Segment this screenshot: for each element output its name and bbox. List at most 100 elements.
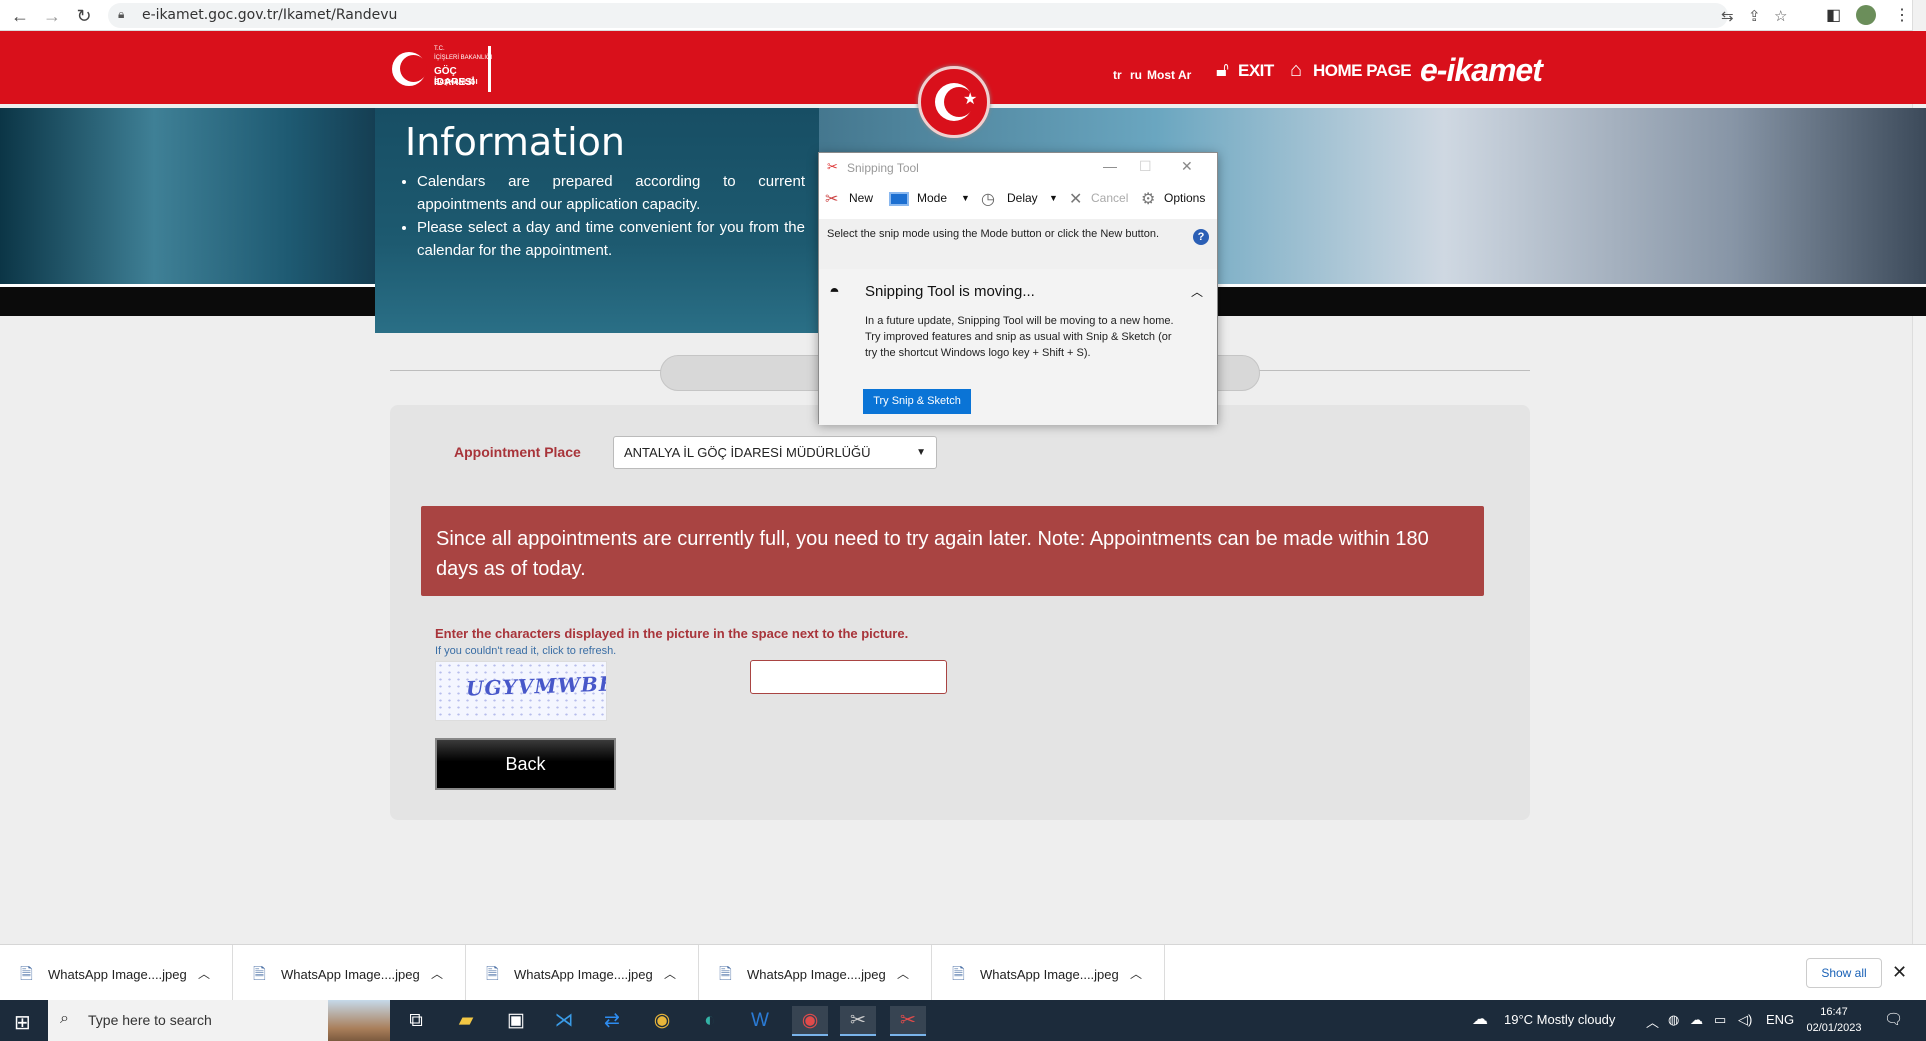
- terminal-icon[interactable]: ▣: [498, 1006, 534, 1036]
- search-placeholder[interactable]: Type here to search: [88, 1012, 212, 1028]
- home-page-link[interactable]: HOME PAGE: [1313, 61, 1412, 81]
- appointment-place-value[interactable]: ANTALYA İL GÖÇ İDARESİ MÜDÜRLÜĞÜ: [624, 445, 871, 460]
- collapse-caret-icon[interactable]: ︿: [1191, 283, 1203, 300]
- moving-heading: Snipping Tool is moving...: [865, 283, 1035, 300]
- delay-dropdown-icon[interactable]: ▼: [1049, 193, 1058, 203]
- options-button[interactable]: Options: [1164, 191, 1205, 205]
- windows-start-icon[interactable]: ⊞: [14, 1010, 31, 1035]
- chevron-up-icon[interactable]: ︿: [431, 965, 443, 982]
- volume-icon[interactable]: ◁): [1738, 1012, 1752, 1028]
- close-icon[interactable]: ✕: [1181, 158, 1193, 175]
- try-snip-sketch-button[interactable]: Try Snip & Sketch: [863, 389, 971, 414]
- profile-avatar-icon[interactable]: [1856, 5, 1876, 25]
- cancel-x-icon[interactable]: ✕: [1069, 189, 1082, 209]
- tray-app-icon[interactable]: ◍: [1668, 1012, 1679, 1028]
- help-question-icon[interactable]: ?: [1193, 229, 1209, 245]
- lock-icon[interactable]: 🔒︎: [118, 7, 124, 22]
- weather-cloud-icon[interactable]: ☁: [1472, 1009, 1488, 1029]
- notifications-icon[interactable]: 🗨︎: [1884, 1010, 1903, 1028]
- mode-dropdown-icon[interactable]: ▼: [961, 193, 970, 203]
- snip-sketch-app-icon[interactable]: ✂: [840, 1006, 876, 1036]
- options-gear-icon[interactable]: ⚙: [1141, 189, 1155, 209]
- delay-clock-icon[interactable]: ◷: [981, 189, 995, 209]
- taskbar-search[interactable]: ⌕ Type here to search: [48, 1000, 390, 1041]
- task-view-icon[interactable]: ⧉: [398, 1006, 434, 1036]
- chevron-up-icon[interactable]: ︿: [664, 965, 676, 982]
- address-bar[interactable]: 🔒︎ e-ikamet.goc.gov.tr/Ikamet/Randevu ⇆ …: [108, 3, 1787, 28]
- chevron-up-icon[interactable]: ︿: [198, 965, 210, 982]
- lang-ar[interactable]: Ar: [1178, 68, 1191, 82]
- share-icon[interactable]: ⇪: [1748, 7, 1761, 25]
- translate-icon[interactable]: ⇆: [1721, 7, 1734, 25]
- lang-most[interactable]: Most: [1147, 68, 1175, 82]
- download-filename[interactable]: WhatsApp Image....jpeg: [514, 967, 653, 982]
- download-filename[interactable]: WhatsApp Image....jpeg: [980, 967, 1119, 982]
- exit-link[interactable]: EXIT: [1238, 61, 1274, 81]
- edge-icon[interactable]: ◐: [692, 1006, 728, 1036]
- mode-icon[interactable]: [889, 192, 909, 206]
- remote-desktop-icon[interactable]: ⇄: [594, 1006, 630, 1036]
- minimize-icon[interactable]: —: [1103, 158, 1117, 174]
- snipping-toolbar: ✂ New Mode ▼ ◷ Delay ▼ ✕ Cancel ⚙ Option…: [819, 187, 1217, 213]
- chevron-up-icon[interactable]: ︿: [897, 965, 909, 982]
- delay-button[interactable]: Delay: [1007, 191, 1038, 205]
- snipping-tool-titlebar[interactable]: ✂ Snipping Tool — ☐ ✕: [819, 153, 1217, 183]
- captcha-image[interactable]: UGYVMWBH: [435, 661, 607, 721]
- new-button[interactable]: New: [849, 191, 873, 205]
- download-item[interactable]: 🗎︎ WhatsApp Image....jpeg ︿: [466, 945, 699, 1001]
- home-icon[interactable]: ⌂: [1290, 59, 1302, 82]
- taskbar-clock[interactable]: 16:47 02/01/2023: [1800, 1004, 1868, 1036]
- mode-button[interactable]: Mode: [917, 191, 947, 205]
- captcha-input[interactable]: [750, 660, 947, 694]
- file-explorer-icon[interactable]: ▰: [448, 1006, 484, 1036]
- tray-caret-icon[interactable]: ︿: [1646, 1012, 1659, 1031]
- dropdown-arrow-icon[interactable]: ▼: [916, 447, 926, 458]
- bookmark-star-icon[interactable]: ☆: [1774, 7, 1787, 25]
- back-button[interactable]: Back: [435, 738, 616, 790]
- sidebar-icon[interactable]: ◧: [1826, 5, 1841, 25]
- webstorm-icon[interactable]: W: [742, 1006, 778, 1036]
- maximize-icon[interactable]: ☐: [1139, 158, 1152, 175]
- chevron-up-icon[interactable]: ︿: [1130, 965, 1142, 982]
- chrome-icon[interactable]: ◉: [644, 1006, 680, 1036]
- back-arrow-icon[interactable]: ←: [8, 4, 32, 28]
- lang-tr[interactable]: tr: [1113, 68, 1122, 82]
- reload-icon[interactable]: ↻: [72, 4, 96, 28]
- download-item[interactable]: 🗎︎ WhatsApp Image....jpeg ︿: [932, 945, 1165, 1001]
- download-filename[interactable]: WhatsApp Image....jpeg: [747, 967, 886, 982]
- file-icon: 🗎︎: [486, 966, 499, 983]
- weather-text[interactable]: 19°C Mostly cloudy: [1504, 1012, 1615, 1027]
- snipping-tool-app-icon[interactable]: ✂: [890, 1006, 926, 1036]
- goc-idaresi-logo[interactable]: T.C. İÇİŞLERİ BAKANLIĞI GÖÇ İDARESİ BAŞK…: [392, 46, 496, 96]
- download-item[interactable]: 🗎︎ WhatsApp Image....jpeg ︿: [699, 945, 932, 1001]
- download-filename[interactable]: WhatsApp Image....jpeg: [281, 967, 420, 982]
- download-item[interactable]: 🗎︎ WhatsApp Image....jpeg ︿: [0, 945, 233, 1001]
- download-item[interactable]: 🗎︎ WhatsApp Image....jpeg ︿: [233, 945, 466, 1001]
- clock-date: 02/01/2023: [1806, 1022, 1862, 1034]
- downloads-bar: 🗎︎ WhatsApp Image....jpeg ︿ 🗎︎ WhatsApp …: [0, 944, 1926, 1001]
- forward-arrow-icon[interactable]: →: [40, 4, 64, 28]
- snipping-help-text: Select the snip mode using the Mode butt…: [827, 228, 1160, 240]
- captcha-refresh-link[interactable]: If you couldn't read it, click to refres…: [435, 645, 616, 657]
- appointment-place-select[interactable]: ANTALYA İL GÖÇ İDARESİ MÜDÜRLÜĞÜ ▼: [613, 436, 937, 469]
- tray-cloud-icon[interactable]: ☁: [1690, 1012, 1703, 1028]
- file-icon: 🗎︎: [253, 966, 266, 983]
- download-filename[interactable]: WhatsApp Image....jpeg: [48, 967, 187, 982]
- language-indicator[interactable]: ENG: [1766, 1012, 1794, 1027]
- vscode-icon[interactable]: ⋊: [546, 1006, 582, 1036]
- e-ikamet-logo[interactable]: e-ikamet: [1420, 52, 1543, 89]
- menu-kebab-icon[interactable]: ⋮: [1894, 5, 1910, 25]
- cancel-button[interactable]: Cancel: [1091, 191, 1128, 205]
- information-list: Calendars are prepared according to curr…: [415, 170, 805, 262]
- file-icon: 🗎︎: [20, 966, 33, 983]
- captcha-instruction: Enter the characters displayed in the pi…: [435, 626, 909, 641]
- url-text[interactable]: e-ikamet.goc.gov.tr/Ikamet/Randevu: [142, 7, 397, 23]
- lock-exit-icon[interactable]: 🔓︎: [1216, 59, 1229, 82]
- network-icon[interactable]: ▭: [1714, 1012, 1726, 1028]
- new-snip-icon[interactable]: ✂: [825, 189, 838, 209]
- show-all-button[interactable]: Show all: [1806, 958, 1882, 988]
- snipping-help-area: Select the snip mode using the Mode butt…: [819, 219, 1217, 269]
- close-downloads-icon[interactable]: ✕: [1892, 962, 1907, 983]
- chrome-profile-icon[interactable]: ◉: [792, 1006, 828, 1036]
- lang-ru[interactable]: ru: [1130, 68, 1142, 82]
